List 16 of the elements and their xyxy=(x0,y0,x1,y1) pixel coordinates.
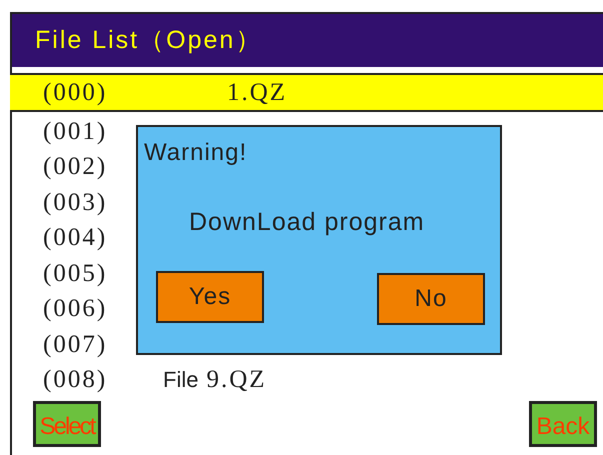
no-button[interactable]: No xyxy=(377,273,485,325)
file-prefix: File xyxy=(163,366,198,394)
yes-button[interactable]: Yes xyxy=(156,271,264,323)
file-row[interactable]: (008) File 9.QZ xyxy=(12,362,603,397)
file-row[interactable]: (000) 1.QZ xyxy=(10,73,603,112)
row-number: (001) xyxy=(43,116,108,146)
row-number: (000) xyxy=(43,78,108,108)
row-number: (008) xyxy=(43,365,108,395)
window-title: File List（Open） xyxy=(35,24,262,56)
row-number: (003) xyxy=(43,188,108,218)
row-number: (007) xyxy=(43,330,108,360)
file-name: 1.QZ xyxy=(227,78,288,108)
dialog-message: DownLoad program xyxy=(189,210,426,235)
row-number: (005) xyxy=(43,258,108,288)
dialog-title: Warning! xyxy=(144,141,248,165)
file-name: 9.QZ xyxy=(206,365,267,395)
